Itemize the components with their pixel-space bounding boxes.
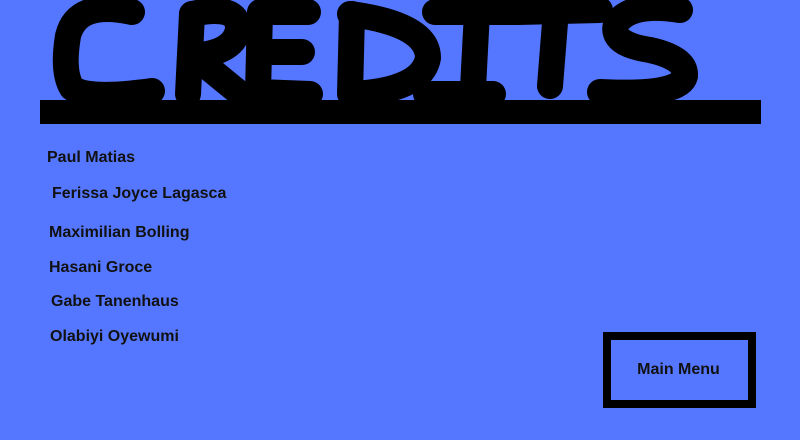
credit-name: Ferissa Joyce Lagasca [52,185,227,202]
credit-name: Maximilian Bolling [49,224,190,241]
main-menu-button[interactable]: Main Menu [603,332,756,408]
credits-title-logo [40,0,761,124]
credit-name: Gabe Tanenhaus [51,293,179,310]
credit-name: Olabiyi Oyewumi [50,328,179,345]
main-menu-button-label: Main Menu [637,361,720,378]
credits-screen: Paul Matias Ferissa Joyce Lagasca Maximi… [0,0,800,440]
credit-name: Hasani Groce [49,259,153,276]
credit-name: Paul Matias [47,149,136,166]
